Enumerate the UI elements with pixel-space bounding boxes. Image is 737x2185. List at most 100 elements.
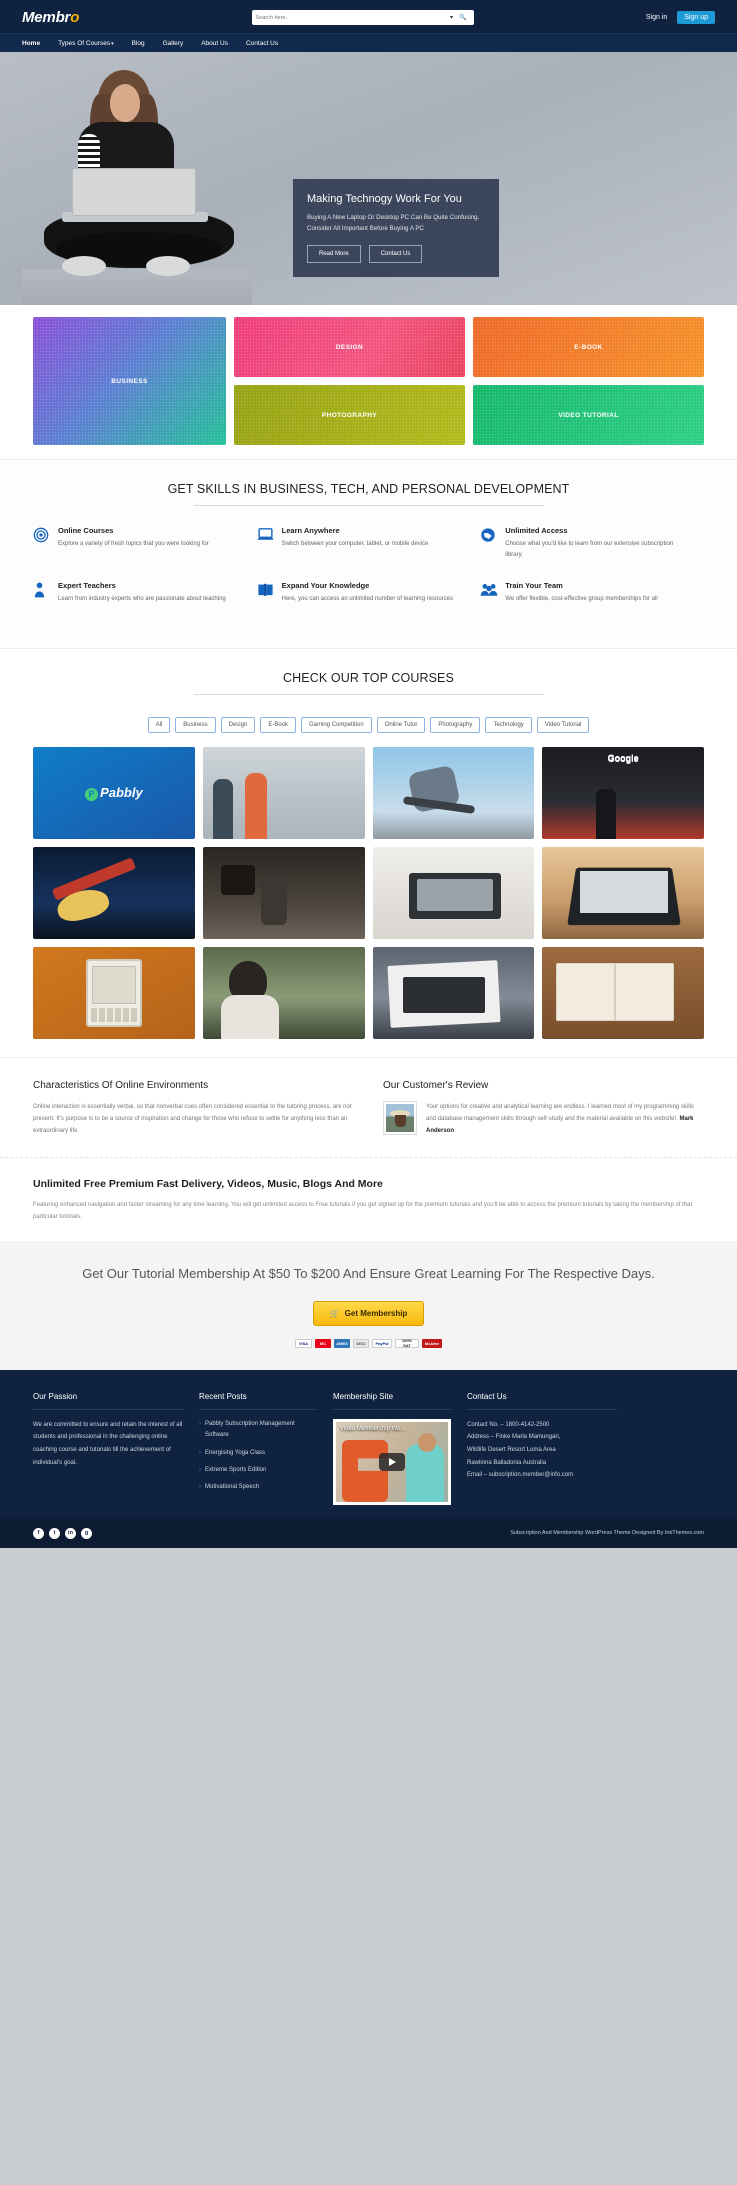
category-tiles: BUSINESS DESIGN E-BOOK PHOTOGRAPHY VIDEO… bbox=[0, 305, 737, 459]
footer-recent-posts-column: Recent Posts › Pabbly Subscription Manage… bbox=[199, 1392, 317, 1505]
feature-title: Online Courses bbox=[58, 526, 114, 535]
search-box[interactable]: ▾ 🔍 bbox=[251, 10, 474, 25]
course-filter-e-book[interactable]: E-Book bbox=[260, 717, 297, 734]
woman-tablet-card[interactable] bbox=[202, 947, 365, 1040]
sign-in-link[interactable]: Sign in bbox=[646, 14, 667, 21]
contact-us-button[interactable]: Contact Us bbox=[368, 244, 423, 263]
category-row-2: PHOTOGRAPHY VIDEO TUTORIAL bbox=[234, 385, 704, 445]
chevron-down-icon[interactable]: ▾ bbox=[447, 14, 456, 21]
sign-up-button[interactable]: Sign up bbox=[677, 11, 715, 24]
globe-icon bbox=[480, 526, 497, 561]
play-icon[interactable] bbox=[379, 1452, 405, 1471]
contact-lines: Contact No. – 1800-4142-2500 Address – Fi… bbox=[467, 1419, 617, 1482]
chevron-right-icon: › bbox=[199, 1484, 201, 1491]
course-filter-all[interactable]: All bbox=[147, 717, 171, 734]
footer-heading: Contact Us bbox=[467, 1392, 617, 1410]
footer-heading: Membership Site bbox=[333, 1392, 451, 1410]
course-filter-photography[interactable]: Photography bbox=[430, 717, 481, 734]
course-filter-video-tutorial[interactable]: Video Tutorial bbox=[536, 717, 590, 734]
cta-section: Get Our Tutorial Membership At $50 To $2… bbox=[0, 1241, 737, 1370]
fitness-class-card[interactable] bbox=[202, 747, 365, 840]
category-tile-photography[interactable]: PHOTOGRAPHY bbox=[234, 385, 465, 445]
laptop-card[interactable] bbox=[542, 847, 704, 940]
footer-bottom: f t in g Subscription And Membership WordPr… bbox=[0, 1518, 737, 1548]
social-icon-1[interactable]: t bbox=[49, 1527, 60, 1539]
course-filter-gaming-competition[interactable]: Gaming Competition bbox=[301, 717, 372, 734]
feature-item: Online Courses Explore a variety of fres… bbox=[33, 526, 257, 581]
visa-badge: VISA bbox=[295, 1338, 312, 1348]
video-title: Video Membership Wo... bbox=[340, 1425, 406, 1432]
cart-icon: 🛒 bbox=[329, 1308, 340, 1318]
feature-title: Unlimited Access bbox=[505, 526, 568, 535]
category-row-1: DESIGN E-BOOK bbox=[234, 317, 704, 377]
satisfaction-badge: 100% SAT bbox=[395, 1338, 419, 1348]
feature-title: Expand Your Knowledge bbox=[281, 580, 370, 590]
tablet-desk-card[interactable] bbox=[372, 847, 535, 940]
camera-studio-card[interactable] bbox=[202, 847, 365, 940]
post-title: Energising Yoga Class bbox=[205, 1449, 266, 1456]
characteristics-text: Online interaction is essentially verbal… bbox=[33, 1104, 352, 1135]
course-filter-online-tutor[interactable]: Online Tutor bbox=[376, 717, 426, 734]
category-label: VIDEO TUTORIAL bbox=[558, 411, 619, 419]
characteristics-block: Characteristics Of Online Environments O… bbox=[33, 1080, 361, 1137]
list-item[interactable]: › Energising Yoga Class bbox=[199, 1448, 317, 1459]
avatar bbox=[383, 1101, 417, 1136]
search-icon[interactable]: 🔍 bbox=[456, 14, 469, 21]
list-item[interactable]: › Motivational Speech bbox=[199, 1482, 317, 1493]
feature-text: Switch between your computer, tablet, or… bbox=[281, 541, 429, 547]
hero-photo-woman-with-laptop bbox=[22, 60, 252, 305]
newspaper-tablet-card[interactable] bbox=[372, 947, 535, 1040]
search-input[interactable] bbox=[255, 14, 447, 21]
site-logo[interactable]: Membro bbox=[22, 9, 79, 26]
list-item[interactable]: › Extreme Sports Edition bbox=[199, 1465, 317, 1476]
features-grid: Online Courses Explore a variety of fres… bbox=[0, 506, 737, 648]
nav-item-types-of-courses[interactable]: Types Of Courses▾ bbox=[58, 40, 126, 47]
social-icon-3[interactable]: g bbox=[81, 1527, 92, 1539]
category-right: DESIGN E-BOOK PHOTOGRAPHY VIDEO TUTORIAL bbox=[234, 317, 704, 445]
category-tile-ebook[interactable]: E-BOOK bbox=[473, 317, 704, 377]
feature-item: Expert Teachers Learn from industry expe… bbox=[33, 581, 257, 625]
category-tile-business[interactable]: BUSINESS bbox=[33, 317, 226, 445]
feature-title: Expert Teachers bbox=[58, 580, 116, 590]
course-filter-design[interactable]: Design bbox=[220, 717, 256, 734]
nav-item-contact-us[interactable]: Contact Us bbox=[246, 40, 290, 47]
membership-video[interactable]: Video Membership Wo... bbox=[333, 1418, 451, 1505]
contact-line: Contact No. – 1800-4142-2500 bbox=[467, 1421, 550, 1428]
copyright-text: Subscription And Membership WordPress Th… bbox=[510, 1530, 704, 1537]
logo-accent: o bbox=[70, 9, 80, 26]
feature-text: Here, you can access an unlimited number… bbox=[281, 595, 454, 602]
feature-title: Train Your Team bbox=[505, 580, 563, 590]
get-membership-button[interactable]: 🛒 Get Membership bbox=[312, 1300, 425, 1326]
category-tile-video-tutorial[interactable]: VIDEO TUTORIAL bbox=[473, 385, 704, 445]
ereader-card[interactable] bbox=[33, 947, 195, 1040]
skateboard-card[interactable] bbox=[372, 747, 535, 840]
list-item[interactable]: › Pabbly Subscription Management Software bbox=[199, 1419, 317, 1442]
open-book-card[interactable] bbox=[542, 947, 704, 1040]
category-tile-design[interactable]: DESIGN bbox=[234, 317, 465, 377]
nav-item-home[interactable]: Home bbox=[22, 40, 52, 47]
unlimited-text: Featuring enhanced navigation and faster… bbox=[33, 1202, 693, 1221]
skills-section: GET SKILLS IN BUSINESS, TECH, AND PERSON… bbox=[0, 459, 737, 649]
page-root: Membro ▾ 🔍 Sign in Sign up Home Types Of … bbox=[0, 0, 737, 1548]
feature-item: Unlimited Access Choose what you'd like … bbox=[480, 526, 704, 581]
feature-text: Choose what you'd like to learn from our… bbox=[505, 541, 674, 558]
contact-line: Rawlinna Balladonia Australia bbox=[467, 1459, 547, 1466]
footer-heading: Our Passion bbox=[33, 1392, 183, 1410]
read-more-button[interactable]: Read More bbox=[307, 244, 361, 263]
pabbly-card[interactable]: P Pabbly bbox=[33, 747, 195, 840]
target-icon bbox=[33, 526, 50, 561]
course-filter-technology[interactable]: Technology bbox=[485, 717, 532, 734]
category-label: E-BOOK bbox=[574, 343, 603, 351]
social-icon-0[interactable]: f bbox=[33, 1527, 44, 1539]
nav-item-about-us[interactable]: About Us bbox=[201, 40, 240, 47]
nav-item-gallery[interactable]: Gallery bbox=[163, 40, 196, 47]
google-conference-card[interactable]: Google bbox=[542, 747, 704, 840]
guitar-card[interactable] bbox=[33, 847, 195, 940]
social-icon-2[interactable]: in bbox=[65, 1527, 76, 1539]
review-body: Your options for creative and analytical… bbox=[383, 1101, 704, 1137]
contact-line: Wildlife Desert Resort Luma Area bbox=[467, 1447, 556, 1454]
category-label: PHOTOGRAPHY bbox=[321, 411, 378, 419]
nav-item-blog[interactable]: Blog bbox=[132, 40, 157, 47]
feature-title: Learn Anywhere bbox=[281, 526, 340, 535]
course-filter-business[interactable]: Business bbox=[175, 717, 216, 734]
